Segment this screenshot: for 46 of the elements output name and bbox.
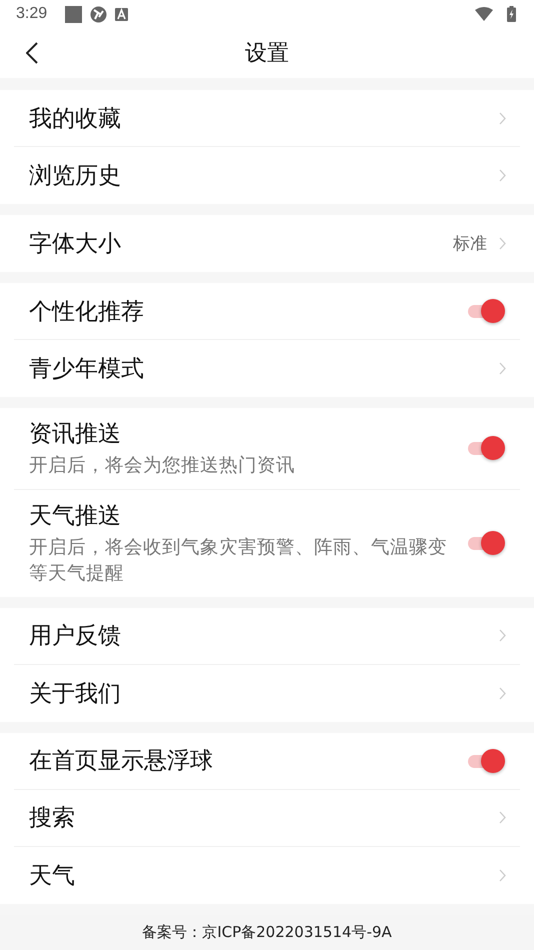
row-label: 字体大小	[29, 230, 122, 259]
toggle-switch[interactable]	[466, 748, 506, 774]
page-title: 设置	[245, 40, 289, 68]
square-icon	[65, 6, 82, 22]
chevron-icon	[499, 362, 506, 375]
license-text: 备案号：京ICP备2022031514号-9A	[142, 923, 392, 942]
row-label: 天气推送	[29, 502, 122, 531]
row-label: 搜索	[29, 804, 76, 834]
row-label: 个性化推荐	[29, 298, 145, 326]
row-description: 开启后，将会收到气象灾害预警、阵雨、气温骤变等天气提醒	[29, 536, 448, 586]
status-time: 3:29	[16, 5, 48, 23]
toggle-switch[interactable]	[466, 530, 506, 556]
row-label: 用户反馈	[29, 622, 122, 652]
row-label: 青少年模式	[29, 355, 145, 384]
back-icon[interactable]	[26, 42, 38, 64]
row-label: 关于我们	[29, 680, 122, 709]
chevron-icon	[499, 811, 506, 824]
chevron-icon	[499, 237, 506, 250]
toggle-switch[interactable]	[466, 298, 506, 324]
settings-row[interactable]: 浏览历史	[14, 147, 520, 204]
row-label: 资讯推送	[29, 420, 122, 449]
settings-row[interactable]: 资讯推送 开启后，将会为您推送热门资讯	[14, 408, 520, 490]
row-label: 我的收藏	[29, 104, 122, 134]
settings-row[interactable]: 在首页显示悬浮球	[14, 732, 520, 790]
chevron-icon	[499, 169, 506, 182]
toggle-switch[interactable]	[466, 435, 506, 462]
settings-row[interactable]: 用户反馈	[14, 608, 520, 665]
settings-row[interactable]: 关于我们	[14, 664, 520, 722]
row-value: 标准	[453, 233, 487, 255]
settings-row[interactable]: 天气推送 开启后，将会收到气象灾害预警、阵雨、气温骤变等天气提醒	[14, 490, 520, 597]
settings-row[interactable]: 我的收藏	[14, 90, 520, 147]
chevron-icon	[499, 868, 506, 882]
settings-row[interactable]: 个性化推荐	[14, 283, 520, 340]
settings-row[interactable]: 天气	[14, 846, 520, 904]
chevron-icon	[499, 629, 506, 642]
row-label: 在首页显示悬浮球	[29, 747, 214, 776]
chevron-icon	[499, 112, 506, 124]
settings-row[interactable]: 搜索	[14, 790, 520, 847]
row-label: 浏览历史	[29, 162, 122, 191]
settings-row[interactable]: 青少年模式	[14, 340, 520, 397]
app-icon	[115, 8, 128, 20]
chevron-icon	[499, 686, 506, 700]
row-label: 天气	[29, 862, 76, 891]
row-description: 开启后，将会为您推送热门资讯	[29, 454, 296, 478]
wifi-icon	[475, 7, 493, 21]
battery-icon	[507, 6, 516, 22]
